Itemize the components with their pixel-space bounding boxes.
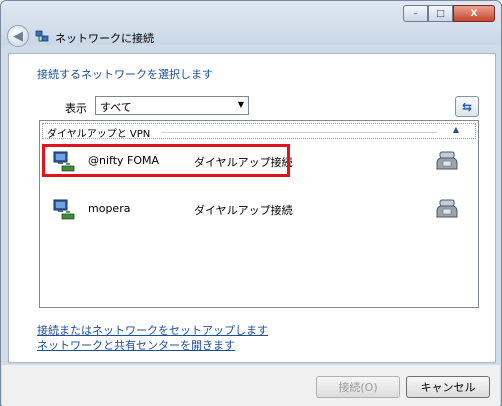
dialup-connection-icon xyxy=(53,199,75,220)
connection-type: ダイヤルアップ接続 xyxy=(194,204,293,217)
dialog-content: 接続するネットワークを選択します 表示 すべて ▼ ⇆ ダイヤルアップと VPN… xyxy=(8,53,496,363)
network-sharing-center-link[interactable]: ネットワークと共有センターを開きます xyxy=(37,337,235,353)
group-label: ダイヤルアップと VPN xyxy=(47,129,151,140)
cancel-button[interactable]: キャンセル xyxy=(406,376,490,398)
group-header-dialup-vpn[interactable]: ダイヤルアップと VPN ▲ xyxy=(42,123,476,140)
list-item-mopera[interactable]: mopera ダイヤルアップ接続 xyxy=(44,191,474,227)
close-button[interactable]: X xyxy=(453,5,495,22)
chevron-up-icon[interactable]: ▲ xyxy=(453,125,459,134)
show-label: 表示 xyxy=(65,102,87,115)
window-controls: – □ X xyxy=(403,5,495,22)
network-connect-icon xyxy=(35,30,49,42)
phone-icon xyxy=(436,199,458,218)
window-title: ネットワークに接続 xyxy=(55,32,154,45)
connect-to-network-window: – □ X ◀ ネットワークに接続 接続するネットワークを選択します 表示 すべ… xyxy=(0,0,502,406)
chevron-down-icon: ▼ xyxy=(237,100,244,109)
connection-name: mopera xyxy=(88,202,131,215)
page-heading: 接続するネットワークを選択します xyxy=(37,68,213,81)
refresh-button[interactable]: ⇆ xyxy=(455,96,479,117)
connect-button[interactable]: 接続(O) xyxy=(316,376,400,398)
group-divider xyxy=(161,132,437,133)
show-filter-value: すべて xyxy=(100,101,132,114)
minimize-button[interactable]: – xyxy=(403,5,428,22)
refresh-icon: ⇆ xyxy=(461,99,473,114)
back-button[interactable]: ◀ xyxy=(7,25,29,47)
selection-highlight xyxy=(42,144,290,177)
dialog-footer: 接続(O) キャンセル xyxy=(2,364,500,406)
maximize-button[interactable]: □ xyxy=(428,5,453,22)
setup-connection-link[interactable]: 接続またはネットワークをセットアップします xyxy=(37,322,268,338)
title-bar: – □ X ◀ ネットワークに接続 xyxy=(1,1,501,47)
phone-icon xyxy=(436,151,458,170)
show-filter-dropdown[interactable]: すべて ▼ xyxy=(95,96,249,115)
back-arrow-icon: ◀ xyxy=(13,28,23,44)
